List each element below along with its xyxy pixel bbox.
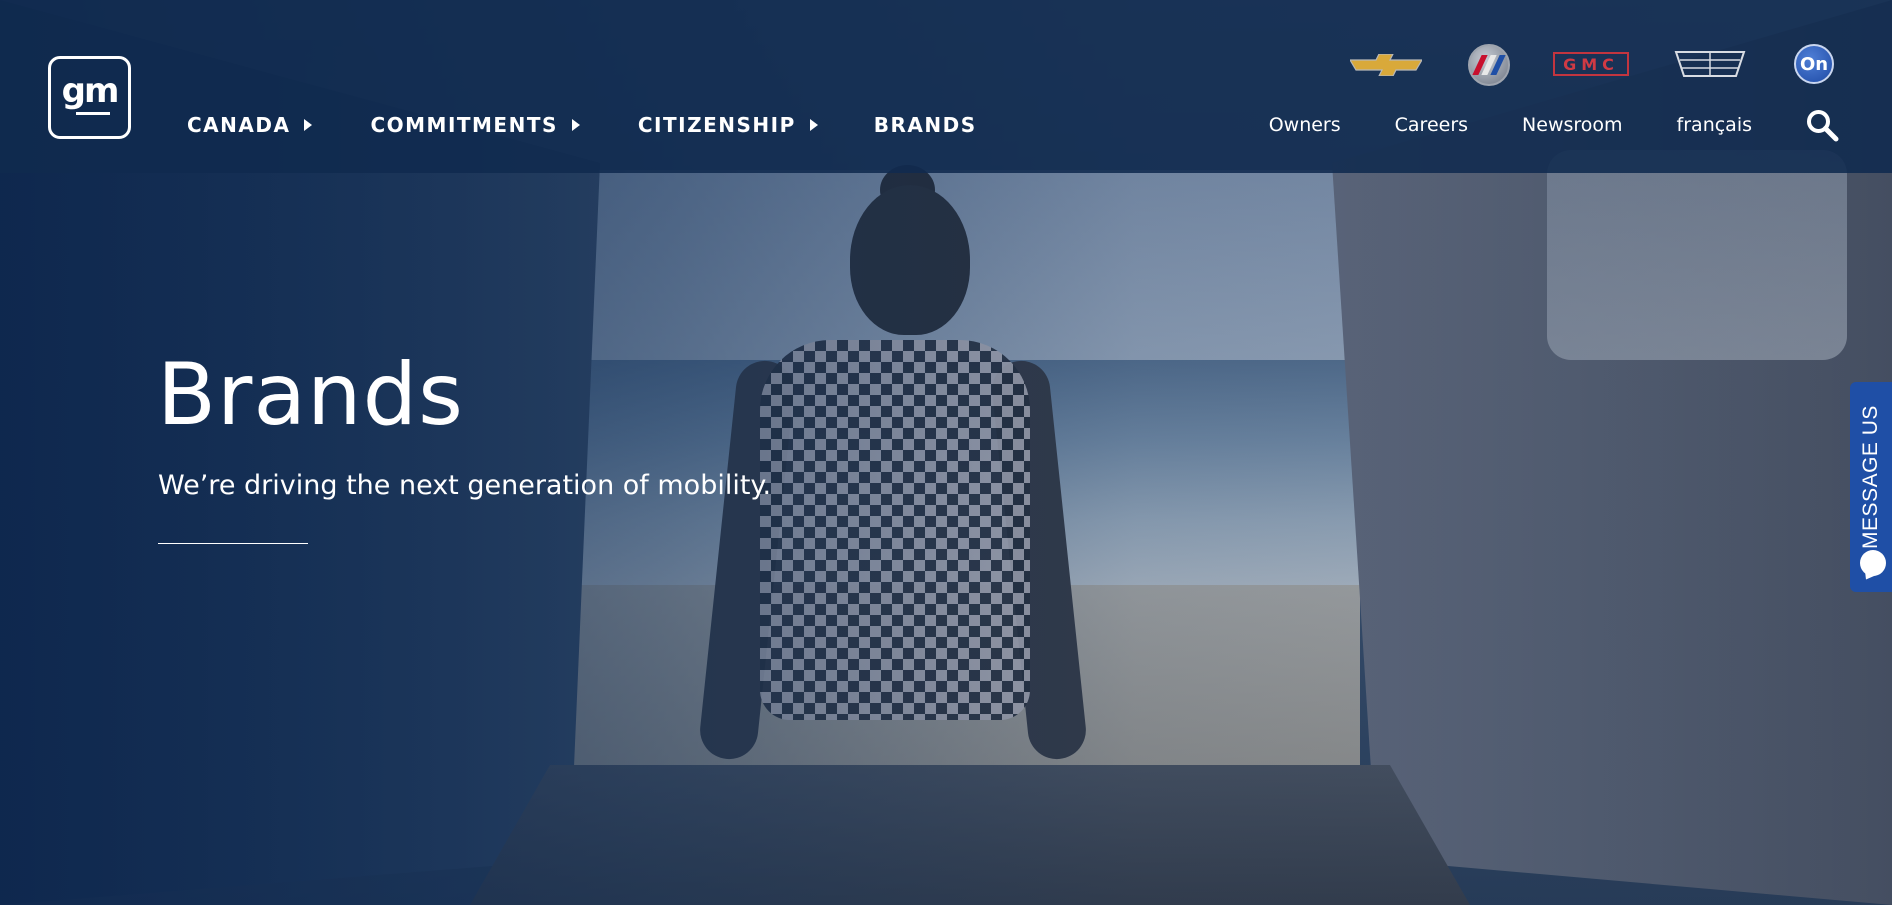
- caret-right-icon: [304, 119, 313, 131]
- gmc-logo[interactable]: GMC: [1553, 52, 1629, 76]
- onstar-logo[interactable]: On: [1794, 44, 1834, 84]
- message-us-label: MESSAGE US: [1859, 405, 1882, 549]
- chevrolet-logo[interactable]: [1350, 54, 1422, 76]
- nav-item-commitments[interactable]: COMMITMENTS: [370, 113, 580, 137]
- nav-item-canada[interactable]: CANADA: [187, 113, 313, 137]
- nav-item-brands[interactable]: BRANDS: [874, 113, 977, 137]
- nav-item-citizenship[interactable]: CITIZENSHIP: [638, 113, 818, 137]
- caret-right-icon: [809, 119, 818, 131]
- utility-link-newsroom[interactable]: Newsroom: [1522, 114, 1623, 136]
- site-header: gm CANADA COMMITMENTS CITIZENSHIP BRANDS…: [0, 0, 1892, 173]
- chat-bubble-icon: [1860, 550, 1886, 576]
- gm-logo-underline: [75, 112, 110, 115]
- nav-item-label: CANADA: [187, 113, 291, 137]
- title-divider: [158, 543, 308, 544]
- page-title: Brands: [157, 345, 464, 445]
- buick-logo[interactable]: [1468, 44, 1510, 86]
- main-nav: CANADA COMMITMENTS CITIZENSHIP BRANDS: [187, 113, 977, 137]
- page-subtitle: We’re driving the next generation of mob…: [158, 470, 772, 501]
- utility-link-owners[interactable]: Owners: [1269, 114, 1341, 136]
- nav-item-label: BRANDS: [873, 113, 977, 137]
- utility-link-careers[interactable]: Careers: [1395, 114, 1468, 136]
- cadillac-logo[interactable]: [1672, 48, 1748, 80]
- brand-logo-bar: GMC On: [0, 44, 1892, 86]
- caret-right-icon: [571, 119, 580, 131]
- utility-nav: Owners Careers Newsroom français: [1269, 114, 1752, 136]
- nav-item-label: COMMITMENTS: [370, 113, 558, 137]
- utility-link-francais[interactable]: français: [1677, 114, 1752, 136]
- nav-item-label: CITIZENSHIP: [637, 113, 796, 137]
- search-icon[interactable]: [1805, 108, 1839, 142]
- message-us-button[interactable]: MESSAGE US: [1850, 382, 1892, 592]
